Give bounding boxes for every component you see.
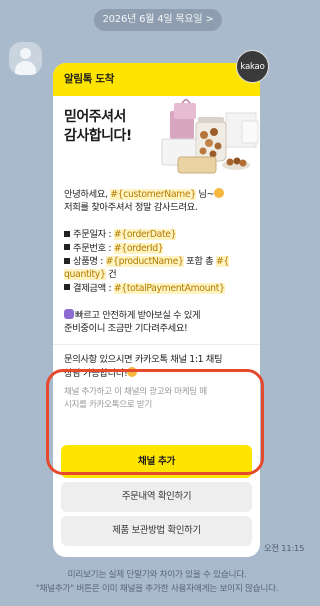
smile-emoji-icon <box>214 188 225 198</box>
quantity-line: quantity} 건 <box>64 268 249 281</box>
thanks-line: 저희를 찾아주셔서 정말 감사드려요. <box>64 202 198 214</box>
bullet-square-icon <box>64 257 70 264</box>
avatar-body-shape <box>15 61 36 75</box>
bullet-square-icon <box>64 244 70 251</box>
quantity-variable-end: quantity} <box>64 269 106 281</box>
message-header: 알림톡 도착 <box>53 63 260 96</box>
alimtalk-message-card: 알림톡 도착 믿어주셔서 감사합니다! 안녕하세요, #{customerNam… <box>53 63 260 557</box>
product-middle-text: 포함 총 <box>183 256 216 268</box>
shipping-line-2: 준비중이니 조금만 기다려주세요! <box>64 323 188 335</box>
channel-prompt: 문의사항 있으시면 카카오톡 채널 1:1 채팅 상담 가능합니다! <box>64 353 249 380</box>
payment-label: 결제금액 : <box>73 282 114 294</box>
payment-line: 결제금액 : #{totalPaymentAmount} <box>64 282 249 295</box>
channel-prompt-line1: 문의사항 있으시면 카카오톡 채널 1:1 채팅 <box>64 354 223 366</box>
kakao-channel-badge[interactable]: kakao <box>236 50 269 83</box>
message-timestamp: 오전 11:15 <box>264 543 305 553</box>
storage-guide-button[interactable]: 제품 보관방법 확인하기 <box>61 516 252 546</box>
hero-section: 믿어주셔서 감사합니다! <box>53 96 260 188</box>
bullet-square-icon <box>64 230 70 237</box>
greeting-prefix: 안녕하세요, <box>64 189 111 200</box>
channel-prompt-line2-row: 상담 가능합니다! <box>64 366 249 380</box>
hero-title: 믿어주셔서 감사합니다! <box>64 108 132 146</box>
date-divider[interactable]: 2026년 6월 4일 목요일 > <box>94 9 222 31</box>
hero-title-line2: 감사합니다! <box>64 128 132 144</box>
order-history-button[interactable]: 주문내역 확인하기 <box>61 482 252 512</box>
shipping-text-1: 빠르고 안전하게 받아보실 수 있게 <box>75 309 201 321</box>
quantity-variable-start: #{ <box>215 256 229 268</box>
consent-note-line1: 채널 추가하고 이 채널의 광고와 마케팅 메 <box>64 387 207 398</box>
laughing-emoji-icon <box>127 366 138 377</box>
greeting-suffix: 님~ <box>195 189 215 200</box>
footer-line2: "채널추가" 버튼은 이미 채널을 추가한 사용자에게는 보이지 않습니다. <box>35 584 279 594</box>
running-emoji-icon <box>64 308 74 319</box>
order-date-variable: #{orderDate} <box>113 229 177 241</box>
quantity-suffix: 건 <box>105 269 117 281</box>
hero-title-line1: 믿어주셔서 <box>64 109 126 125</box>
channel-prompt-line2: 상담 가능합니다! <box>64 367 128 379</box>
footer-line1: 미리보기는 실제 단말기와 차이가 있을 수 있습니다. <box>67 570 247 580</box>
order-id-variable: #{orderId} <box>113 242 164 254</box>
customer-name-variable: #{customerName} <box>110 189 196 200</box>
gift-products-image <box>161 99 259 174</box>
total-payment-variable: #{totalPaymentAmount} <box>113 282 225 294</box>
product-label: 상품명 : <box>73 256 106 268</box>
order-date-label: 주문일자 : <box>73 229 114 241</box>
sender-avatar[interactable] <box>9 42 42 75</box>
preview-footer-note: 미리보기는 실제 단말기와 차이가 있을 수 있습니다. "채널추가" 버튼은 … <box>0 568 314 596</box>
order-id-line: 주문번호 : #{orderId} <box>64 242 249 255</box>
product-line: 상품명 : #{productName} 포함 총 #{ <box>64 255 249 268</box>
greeting-line: 안녕하세요, #{customerName} 님~ <box>64 188 249 201</box>
order-date-line: 주문일자 : #{orderDate} <box>64 228 249 241</box>
channel-subscribe-section: 문의사항 있으시면 카카오톡 채널 1:1 채팅 상담 가능합니다! 채널 추가… <box>53 345 260 412</box>
order-id-label: 주문번호 : <box>73 242 114 254</box>
product-name-variable: #{productName} <box>105 256 184 268</box>
consent-note-line2: 시지를 카카오톡으로 받기 <box>64 400 152 411</box>
bullet-square-icon <box>64 284 70 291</box>
avatar-head-shape <box>20 48 31 59</box>
add-channel-button[interactable]: 채널 추가 <box>61 445 252 478</box>
marketing-consent-note: 채널 추가하고 이 채널의 광고와 마케팅 메 시지를 카카오톡으로 받기 <box>64 386 249 412</box>
shipping-line-1: 빠르고 안전하게 받아보실 수 있게 <box>64 308 249 322</box>
message-body: 안녕하세요, #{customerName} 님~ 저희를 찾아주셔서 정말 감… <box>53 188 260 335</box>
